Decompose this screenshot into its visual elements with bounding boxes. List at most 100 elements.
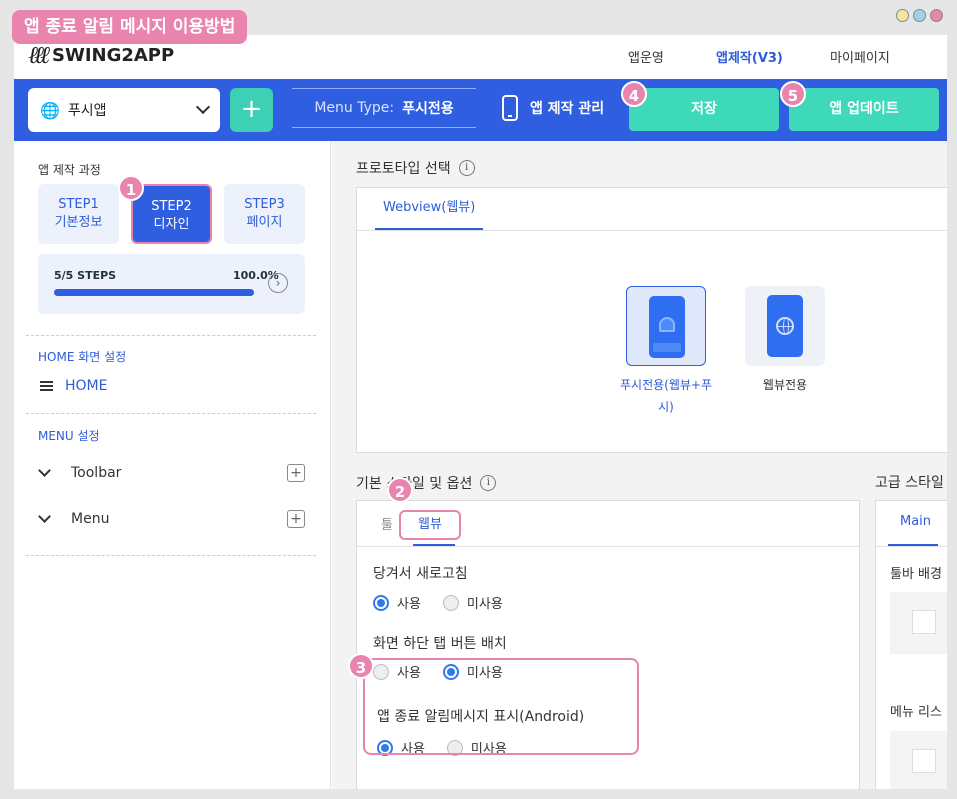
home-item[interactable]: HOME [40,378,107,394]
step-badge-4: 4 [621,81,647,107]
step3-button[interactable]: STEP3 페이지 [224,184,305,244]
tab-webview-options[interactable]: 웹뷰 [399,510,461,540]
step1-label: STEP1 [58,197,99,212]
tab-toolbar[interactable]: 툴 [381,514,393,533]
menu-section-title: MENU 설정 [38,429,100,443]
toolbar-bg-swatch[interactable] [890,592,947,654]
advanced-style-panel: Main 툴바 배경 메뉴 리스 [875,500,947,789]
logo[interactable]: ℓℓℓ SWING2APP [28,41,174,70]
tree-item-menu[interactable]: Menu + [38,510,305,528]
radio-nouse-label: 미사용 [466,597,503,612]
basic-style-title: 기본 스타일 및 옵션 i [356,473,497,493]
guide-title-badge: 앱 종료 알림 메시지 이용방법 [12,10,248,44]
step1-button[interactable]: STEP1 기본정보 [38,184,119,244]
step2-button[interactable]: STEP2 디자인 [131,184,212,244]
step-badge-1: 1 [118,175,144,201]
save-button[interactable]: 저장 [629,88,779,131]
progress-bar [54,289,254,296]
phone-bar [653,343,681,352]
prototype-webview-label: 웹뷰전용 [762,378,808,392]
info-icon[interactable]: i [458,160,475,176]
radio-use[interactable] [373,594,389,611]
chevron-down-icon [195,99,211,115]
app-management[interactable]: 앱 제작 관리 [502,95,604,121]
nav-link-mypage[interactable]: 마이페이지 [830,47,890,66]
progress-card: 5/5 STEPS 100.0% › [38,254,305,314]
step-badge-3: 3 [348,653,374,679]
advanced-style-title: 고급 스타일 [875,475,944,491]
home-item-label: HOME [65,378,108,394]
phone-icon [502,95,518,121]
phone-icon [649,296,685,358]
pull-to-refresh-title: 당겨서 새로고침 [373,566,468,582]
exit-message-highlight [363,658,639,755]
step2-sublabel: 디자인 [153,217,190,232]
tab-divider [876,546,947,547]
bottom-tab-title: 화면 하단 탭 버튼 배치 [373,636,507,652]
step2-label: STEP2 [151,199,192,214]
window-controls [896,9,943,22]
step3-label: STEP3 [244,197,285,212]
chevron-down-icon[interactable] [38,510,51,523]
menu-type-value: 푸시전용 [402,101,454,117]
app-select-dropdown[interactable]: 🌐 푸시앱 [28,88,220,132]
step3-sublabel: 페이지 [246,215,283,230]
prototype-push-label-line1: 푸시전용(웹뷰+푸 [619,378,713,392]
add-icon[interactable]: + [287,464,305,482]
prototype-title-text: 프로토타입 선택 [356,161,451,177]
divider [26,555,316,556]
editor-toolbar: 🌐 푸시앱 + Menu Type: 푸시전용 앱 제작 관리 저장 앱 업데이… [14,79,947,141]
prototype-push-label-line2: 시) [658,400,674,414]
tab-divider [357,230,947,231]
prototype-panel: Webview(웹뷰) 푸시전용(웹뷰+푸 시) 웹뷰전용 [356,187,947,453]
chevron-down-icon[interactable] [38,464,51,477]
pull-to-refresh-radios: 사용 미사용 [373,593,525,612]
basic-style-title-text: 기본 스타일 및 옵션 [356,476,473,492]
tab-webview[interactable]: Webview(웹뷰) [375,188,484,230]
left-sidebar: 앱 제작 과정 STEP1 기본정보 STEP2 디자인 STEP3 페이지 5… [14,141,331,789]
menu-list-label: 메뉴 리스 [890,705,942,720]
menu-type-display: Menu Type: 푸시전용 [292,88,476,128]
radio-use-label: 사용 [397,597,421,612]
step1-sublabel: 기본정보 [54,215,103,230]
globe-icon [776,317,794,335]
prototype-section-title: 프로토타입 선택 i [356,158,475,178]
phone-icon [767,295,803,357]
bell-icon [659,317,675,332]
progress-fill [54,289,254,296]
toolbar-bg-label: 툴바 배경 [890,567,942,582]
home-section-title: HOME 화면 설정 [38,350,127,364]
color-swatch[interactable] [912,749,936,773]
prototype-webview-option[interactable] [745,286,825,366]
tab-main[interactable]: Main [900,514,931,529]
add-icon[interactable]: + [287,510,305,528]
tree-item-label: Toolbar [71,465,122,481]
app-window: ℓℓℓ SWING2APP 앱운영 앱제작(V3) 마이페이지 🌐 푸시앱 + … [14,35,947,789]
prototype-push-option[interactable] [626,286,706,366]
add-app-button[interactable]: + [230,88,273,132]
step-badge-5: 5 [780,81,806,107]
info-icon[interactable]: i [480,475,497,491]
color-swatch[interactable] [912,610,936,634]
divider [26,413,316,414]
tree-item-toolbar[interactable]: Toolbar + [38,464,305,482]
logo-text: SWING2APP [52,45,175,66]
tree-item-label: Menu [71,511,110,527]
prototype-push-label: 푸시전용(웹뷰+푸 시) [606,374,726,418]
process-title: 앱 제작 과정 [38,163,101,177]
app-update-button[interactable]: 앱 업데이트 [789,88,939,131]
chevron-right-icon[interactable]: › [268,273,288,293]
nav-link-app-build[interactable]: 앱제작(V3) [716,47,783,66]
divider [26,335,316,336]
app-management-label: 앱 제작 관리 [530,101,605,117]
menu-list-swatch[interactable] [890,731,947,789]
progress-label: 5/5 STEPS [54,269,117,282]
window-dot-pink[interactable] [930,9,943,22]
window-dot-yellow[interactable] [896,9,909,22]
logo-mark-icon: ℓℓℓ [28,41,50,69]
globe-icon: 🌐 [40,100,60,120]
radio-nouse[interactable] [442,594,459,611]
step-badge-2: 2 [387,477,413,503]
window-dot-blue[interactable] [913,9,926,22]
nav-link-app-operation[interactable]: 앱운영 [628,47,664,66]
